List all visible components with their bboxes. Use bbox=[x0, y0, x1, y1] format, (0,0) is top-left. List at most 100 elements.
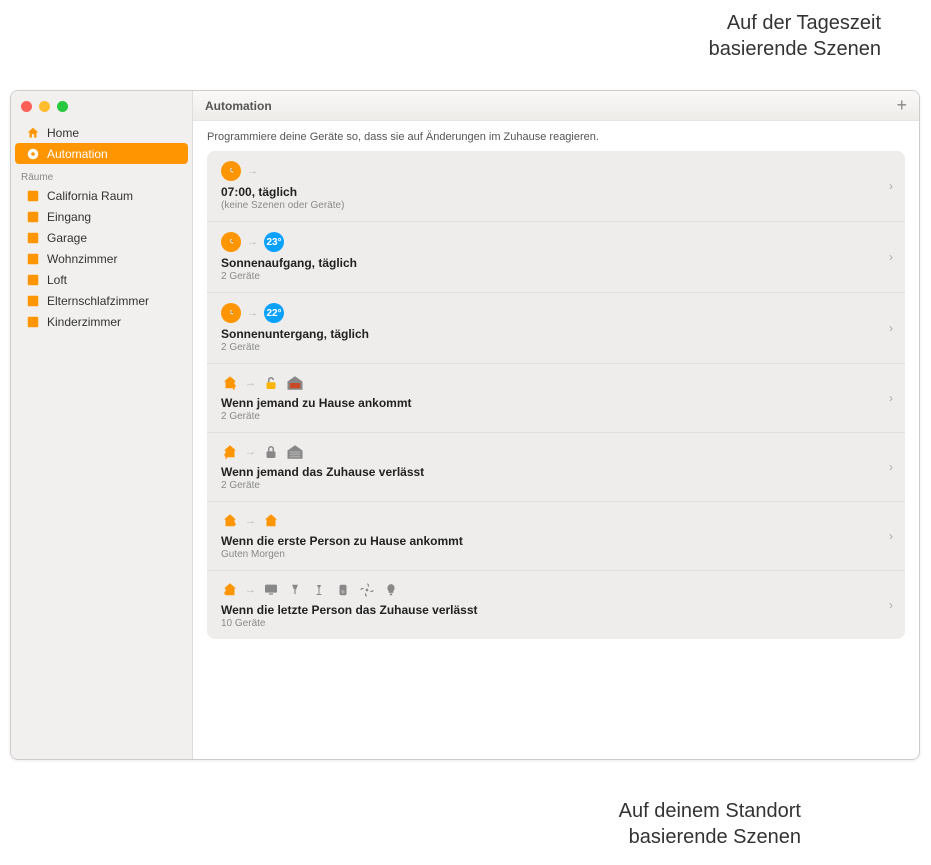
subtitle: Programmiere deine Geräte so, dass sie a… bbox=[207, 131, 905, 143]
sidebar-room-elternschlafzimmer[interactable]: Elternschlafzimmer bbox=[15, 290, 188, 311]
automation-icons: → 23° bbox=[221, 232, 891, 252]
unlock-icon bbox=[262, 374, 280, 392]
tv-icon bbox=[262, 581, 280, 599]
person-leaves-icon bbox=[221, 581, 239, 599]
arrow-icon: → bbox=[247, 236, 258, 248]
sidebar-room-label: Eingang bbox=[47, 210, 91, 224]
garage-closed-icon bbox=[286, 443, 304, 461]
sidebar-item-automation[interactable]: Automation bbox=[15, 143, 188, 164]
chevron-right-icon: › bbox=[889, 460, 893, 474]
window-controls bbox=[11, 99, 192, 122]
sidebar-room-eingang[interactable]: Eingang bbox=[15, 206, 188, 227]
sidebar-room-wohnzimmer[interactable]: Wohnzimmer bbox=[15, 248, 188, 269]
page-title: Automation bbox=[205, 99, 272, 113]
speaker-icon bbox=[334, 581, 352, 599]
sidebar-room-california[interactable]: California Raum bbox=[15, 185, 188, 206]
home-icon bbox=[25, 125, 40, 140]
person-arrives-icon bbox=[221, 374, 239, 392]
automation-name: Wenn die erste Person zu Hause ankommt bbox=[221, 534, 891, 548]
temperature-badge: 22° bbox=[264, 303, 284, 323]
automation-icons: → bbox=[221, 512, 891, 530]
room-icon bbox=[25, 314, 40, 329]
arrow-icon: → bbox=[245, 377, 256, 389]
automation-row[interactable]: → Wenn die letzte Person das Zuhause ver… bbox=[207, 571, 905, 639]
room-icon bbox=[25, 293, 40, 308]
automation-name: Sonnenaufgang, täglich bbox=[221, 256, 891, 270]
automation-name: Wenn jemand zu Hause ankommt bbox=[221, 396, 891, 410]
lamp-icon bbox=[286, 581, 304, 599]
automation-sub: (keine Szenen oder Geräte) bbox=[221, 200, 891, 211]
temperature-badge: 23° bbox=[264, 232, 284, 252]
automation-sub: 2 Geräte bbox=[221, 342, 891, 353]
room-icon bbox=[25, 272, 40, 287]
floor-lamp-icon bbox=[310, 581, 328, 599]
close-button[interactable] bbox=[21, 101, 32, 112]
automation-row[interactable]: → 07:00, täglich (keine Szenen oder Gerä… bbox=[207, 151, 905, 222]
automation-name: Wenn jemand das Zuhause verlässt bbox=[221, 465, 891, 479]
sidebar-room-label: Wohnzimmer bbox=[47, 252, 117, 266]
sidebar-room-label: Elternschlafzimmer bbox=[47, 294, 149, 308]
sidebar-room-label: California Raum bbox=[47, 189, 133, 203]
automation-row[interactable]: → 22° Sonnenuntergang, täglich 2 Geräte … bbox=[207, 293, 905, 364]
scene-icon bbox=[262, 512, 280, 530]
fan-icon bbox=[358, 581, 376, 599]
callout-time-based: Auf der Tageszeit basierende Szenen bbox=[709, 10, 881, 62]
lock-icon bbox=[262, 443, 280, 461]
arrow-icon: → bbox=[245, 584, 256, 596]
room-icon bbox=[25, 230, 40, 245]
automation-row[interactable]: → Wenn die erste Person zu Hause ankommt… bbox=[207, 502, 905, 571]
sidebar-room-label: Kinderzimmer bbox=[47, 315, 121, 329]
automation-sub: Guten Morgen bbox=[221, 549, 891, 560]
chevron-right-icon: › bbox=[889, 529, 893, 543]
automation-icons: → bbox=[221, 161, 891, 181]
automation-sub: 2 Geräte bbox=[221, 411, 891, 422]
chevron-right-icon: › bbox=[889, 391, 893, 405]
fullscreen-button[interactable] bbox=[57, 101, 68, 112]
sidebar-item-home[interactable]: Home bbox=[15, 122, 188, 143]
sidebar-room-kinderzimmer[interactable]: Kinderzimmer bbox=[15, 311, 188, 332]
chevron-right-icon: › bbox=[889, 250, 893, 264]
automation-icon bbox=[25, 146, 40, 161]
sidebar-section-rooms: Räume bbox=[11, 164, 192, 185]
clock-icon bbox=[221, 303, 241, 323]
room-icon bbox=[25, 209, 40, 224]
main-area: Automation + Programmiere deine Geräte s… bbox=[193, 91, 919, 759]
automation-icons: → 22° bbox=[221, 303, 891, 323]
sidebar-room-garage[interactable]: Garage bbox=[15, 227, 188, 248]
automation-icons: → bbox=[221, 581, 891, 599]
titlebar: Automation + bbox=[193, 91, 919, 121]
arrow-icon: → bbox=[247, 165, 258, 177]
automation-name: Sonnenuntergang, täglich bbox=[221, 327, 891, 341]
chevron-right-icon: › bbox=[889, 179, 893, 193]
sidebar-item-label: Home bbox=[47, 126, 79, 140]
automation-sub: 2 Geräte bbox=[221, 480, 891, 491]
app-window: Home Automation Räume California Raum Ei… bbox=[10, 90, 920, 760]
clock-icon bbox=[221, 232, 241, 252]
chevron-right-icon: › bbox=[889, 598, 893, 612]
automation-row[interactable]: → Wenn jemand zu Hause ankommt 2 Geräte … bbox=[207, 364, 905, 433]
garage-open-icon bbox=[286, 374, 304, 392]
minimize-button[interactable] bbox=[39, 101, 50, 112]
automation-row[interactable]: → Wenn jemand das Zuhause verlässt 2 Ger… bbox=[207, 433, 905, 502]
arrow-icon: → bbox=[245, 515, 256, 527]
automation-sub: 2 Geräte bbox=[221, 271, 891, 282]
automation-icons: → bbox=[221, 443, 891, 461]
sidebar-room-loft[interactable]: Loft bbox=[15, 269, 188, 290]
arrow-icon: → bbox=[245, 446, 256, 458]
automation-list: → 07:00, täglich (keine Szenen oder Gerä… bbox=[207, 151, 905, 639]
sidebar-room-label: Loft bbox=[47, 273, 67, 287]
sidebar-room-label: Garage bbox=[47, 231, 87, 245]
sidebar: Home Automation Räume California Raum Ei… bbox=[11, 91, 193, 759]
automation-name: 07:00, täglich bbox=[221, 185, 891, 199]
person-leaves-icon bbox=[221, 443, 239, 461]
add-button[interactable]: + bbox=[896, 95, 907, 116]
arrow-icon: → bbox=[247, 307, 258, 319]
room-icon bbox=[25, 251, 40, 266]
callout-location-based: Auf deinem Standort basierende Szenen bbox=[619, 798, 801, 850]
clock-icon bbox=[221, 161, 241, 181]
automation-row[interactable]: → 23° Sonnenaufgang, täglich 2 Geräte › bbox=[207, 222, 905, 293]
automation-sub: 10 Geräte bbox=[221, 618, 891, 629]
automation-name: Wenn die letzte Person das Zuhause verlä… bbox=[221, 603, 891, 617]
room-icon bbox=[25, 188, 40, 203]
chevron-right-icon: › bbox=[889, 321, 893, 335]
